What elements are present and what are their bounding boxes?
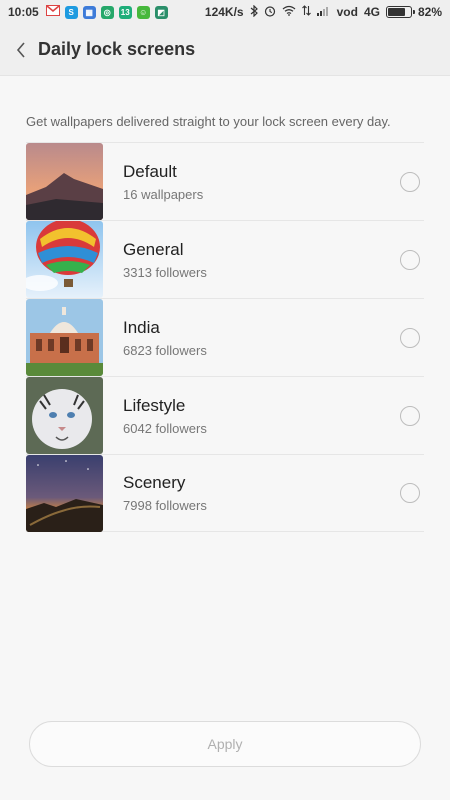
list-item-lifestyle[interactable]: Lifestyle 6042 followers	[26, 376, 424, 454]
status-time: 10:05	[8, 5, 39, 19]
item-text: Lifestyle 6042 followers	[123, 396, 207, 436]
header: Daily lock screens	[0, 24, 450, 76]
status-bar: 10:05 S ▦ ◎ 13 ☺ ◩ 124K/s vod 4G 82%	[0, 0, 450, 24]
page-title: Daily lock screens	[38, 39, 196, 59]
shield-app-icon: ◎	[100, 5, 114, 19]
radio-button[interactable]	[400, 249, 420, 270]
item-text: Scenery 7998 followers	[123, 473, 207, 513]
green-app-icon: ◩	[154, 5, 168, 19]
list-item-scenery[interactable]: Scenery 7998 followers	[26, 454, 424, 532]
thumbnail-white-tiger	[26, 377, 103, 454]
thumbnail-great-wall-night	[26, 454, 103, 532]
item-text: India 6823 followers	[123, 318, 207, 358]
data-arrows-icon	[301, 5, 311, 19]
calendar-13-icon: 13	[118, 5, 132, 19]
radio-button[interactable]	[400, 327, 420, 348]
item-subtitle: 7998 followers	[123, 498, 207, 513]
skype-icon: S	[64, 5, 78, 19]
thumbnail-mountain-sunset	[26, 143, 103, 220]
list-item-default[interactable]: Default 16 wallpapers	[26, 142, 424, 220]
alarm-icon	[264, 5, 276, 20]
item-title: India	[123, 317, 160, 337]
item-subtitle: 16 wallpapers	[123, 186, 204, 202]
chevron-left-icon[interactable]	[4, 24, 38, 76]
list-item-india[interactable]: India 6823 followers	[26, 298, 424, 376]
network-speed: 124K/s	[204, 5, 244, 19]
battery-icon	[385, 6, 415, 18]
item-text: General 3313 followers	[123, 240, 207, 280]
wifi-icon	[282, 5, 296, 19]
item-title: Lifestyle	[123, 395, 186, 415]
apply-button[interactable]: Apply	[29, 721, 421, 767]
signal-icon	[316, 5, 331, 19]
thumbnail-hot-air-balloon	[26, 221, 103, 298]
screen: 10:05 S ▦ ◎ 13 ☺ ◩ 124K/s vod 4G 82% Dai…	[0, 0, 450, 800]
item-title: Default	[123, 161, 177, 181]
bluetooth-icon	[250, 4, 258, 20]
carrier: vod	[336, 5, 358, 19]
wechat-icon: ☺	[136, 5, 150, 19]
list-item-general[interactable]: General 3313 followers	[26, 220, 424, 298]
status-right: 124K/s vod 4G 82%	[204, 4, 450, 20]
thumbnail-indian-monument	[26, 299, 103, 376]
battery-fill	[387, 8, 406, 16]
radio-button[interactable]	[400, 405, 420, 426]
calendar-icon: ▦	[82, 5, 96, 19]
battery-percent: 82%	[417, 5, 442, 19]
item-title: General	[123, 239, 184, 259]
lock-screen-list: Default 16 wallpapers General 3313 follo…	[26, 142, 424, 532]
item-text: Default 16 wallpapers	[123, 162, 203, 202]
item-subtitle: 3313 followers	[123, 264, 207, 280]
radio-button[interactable]	[400, 483, 420, 503]
item-title: Scenery	[123, 473, 186, 492]
status-left: 10:05 S ▦ ◎ 13 ☺ ◩	[0, 5, 168, 19]
gmail-icon	[45, 5, 60, 19]
item-subtitle: 6823 followers	[123, 342, 207, 358]
item-subtitle: 6042 followers	[123, 420, 207, 436]
description-text: Get wallpapers delivered straight to you…	[26, 114, 391, 129]
radio-button[interactable]	[400, 171, 420, 192]
network-type: 4G	[363, 5, 380, 19]
